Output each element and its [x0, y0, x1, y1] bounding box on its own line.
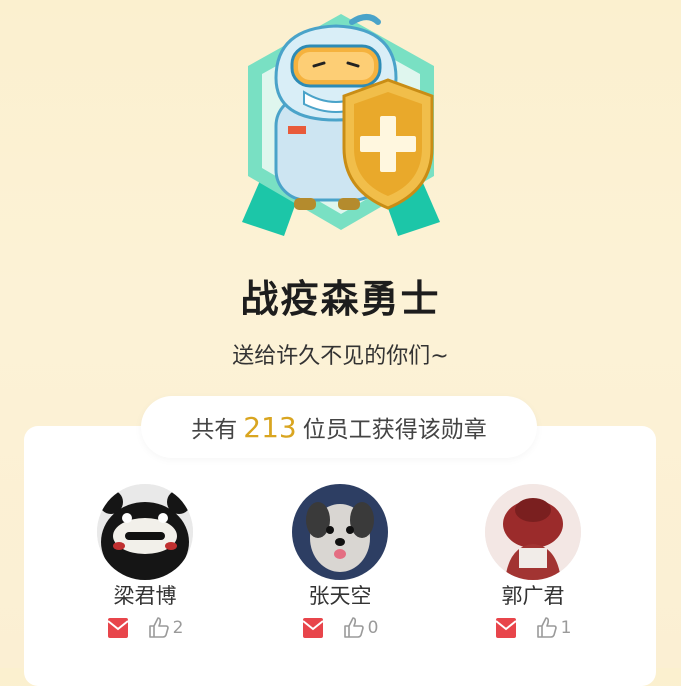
- avatar[interactable]: [292, 484, 388, 580]
- member-item[interactable]: 梁君博 2: [70, 484, 220, 640]
- black-bear-mascot-avatar: [97, 484, 193, 580]
- badge-description: 送给许久不见的你们~: [232, 344, 449, 369]
- badge-title: 战疫森勇士: [240, 277, 441, 321]
- red-hat-person-avatar: [485, 484, 581, 580]
- member-item[interactable]: 郭广君 1: [458, 484, 608, 640]
- member-name: 梁君博: [113, 584, 177, 608]
- like-count: 1: [560, 618, 572, 638]
- thumbs-up-icon: [536, 617, 557, 638]
- like-count: 0: [367, 618, 379, 638]
- like-count: 2: [172, 618, 184, 638]
- avatar[interactable]: [97, 484, 193, 580]
- red-envelope-icon[interactable]: [301, 617, 324, 639]
- member-item[interactable]: 张天空 0: [265, 484, 415, 640]
- like-button[interactable]: 2: [147, 616, 184, 640]
- badge-illustration: [228, 8, 454, 248]
- member-name: 张天空: [308, 584, 372, 608]
- thumbs-up-icon: [148, 617, 169, 638]
- red-envelope-icon[interactable]: [106, 617, 129, 639]
- like-button[interactable]: 1: [535, 616, 572, 640]
- count-prefix: 共有: [191, 417, 238, 443]
- red-envelope-icon[interactable]: [494, 617, 517, 639]
- avatar[interactable]: [485, 484, 581, 580]
- recipient-count: 213: [243, 410, 297, 444]
- like-button[interactable]: 0: [342, 616, 379, 640]
- recipient-count-banner: 共有 213 位员工获得该勋章: [141, 396, 537, 458]
- member-name: 郭广君: [501, 584, 565, 608]
- dog-avatar: [292, 484, 388, 580]
- thumbs-up-icon: [343, 617, 364, 638]
- count-suffix: 位员工获得该勋章: [302, 417, 487, 443]
